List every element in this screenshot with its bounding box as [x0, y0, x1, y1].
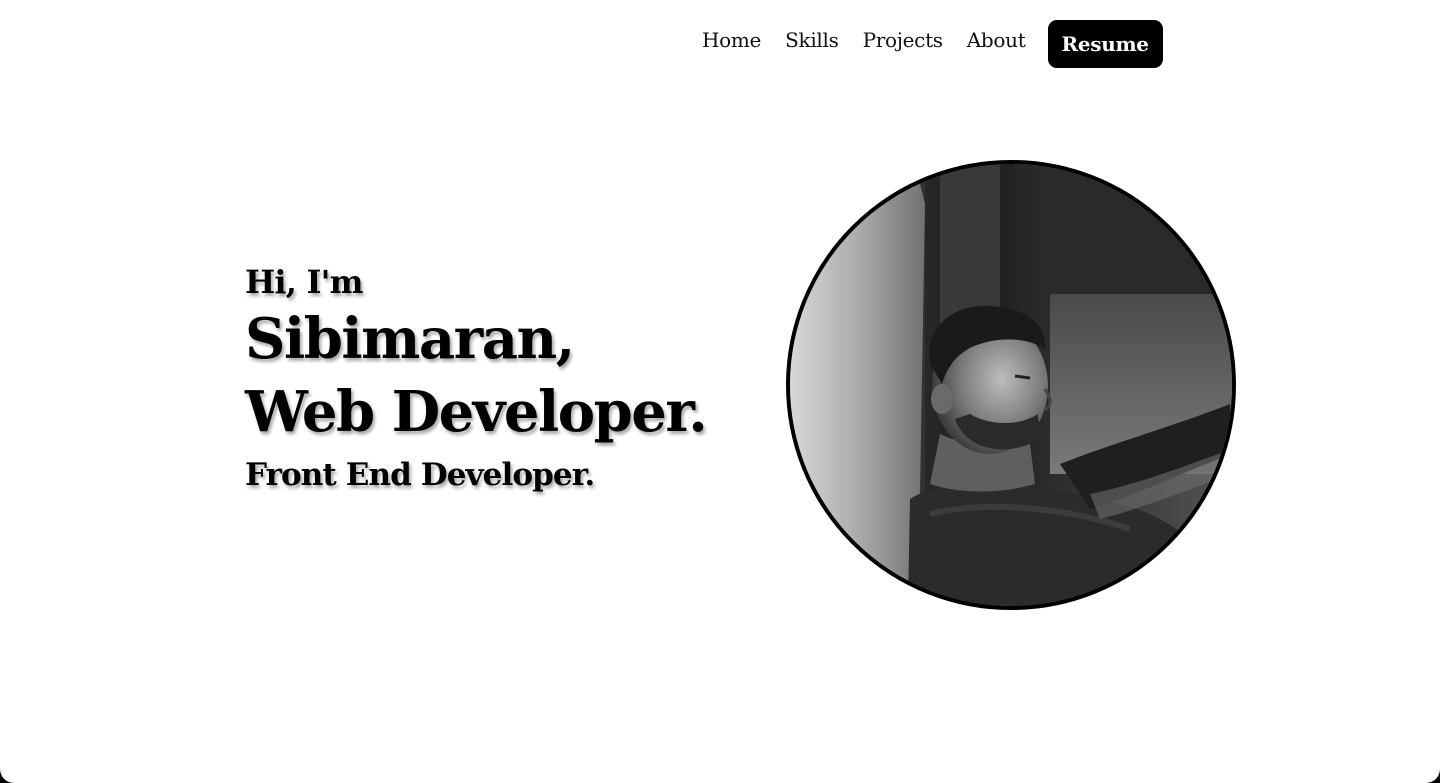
profile-photo-illustration — [790, 164, 1232, 606]
hero-role: Web Developer. — [245, 379, 708, 445]
resume-button[interactable]: Resume — [1047, 20, 1163, 68]
hero-intro: Hi, I'm Sibimaran, Web Developer. Front … — [245, 262, 708, 500]
nav-link-projects[interactable]: Projects — [863, 30, 944, 50]
nav-link-about[interactable]: About — [967, 30, 1026, 50]
page: Home Skills Projects About Resume Hi, I'… — [0, 0, 1440, 783]
top-nav: Home Skills Projects About Resume — [690, 20, 1163, 68]
hero-name: Sibimaran, — [245, 306, 575, 372]
nav-link-home[interactable]: Home — [702, 30, 761, 50]
hero-greeting: Hi, I'm — [245, 263, 364, 301]
nav-link-skills[interactable]: Skills — [785, 30, 839, 50]
hero-subrole: Front End Developer. — [245, 457, 595, 493]
profile-photo — [786, 160, 1236, 610]
